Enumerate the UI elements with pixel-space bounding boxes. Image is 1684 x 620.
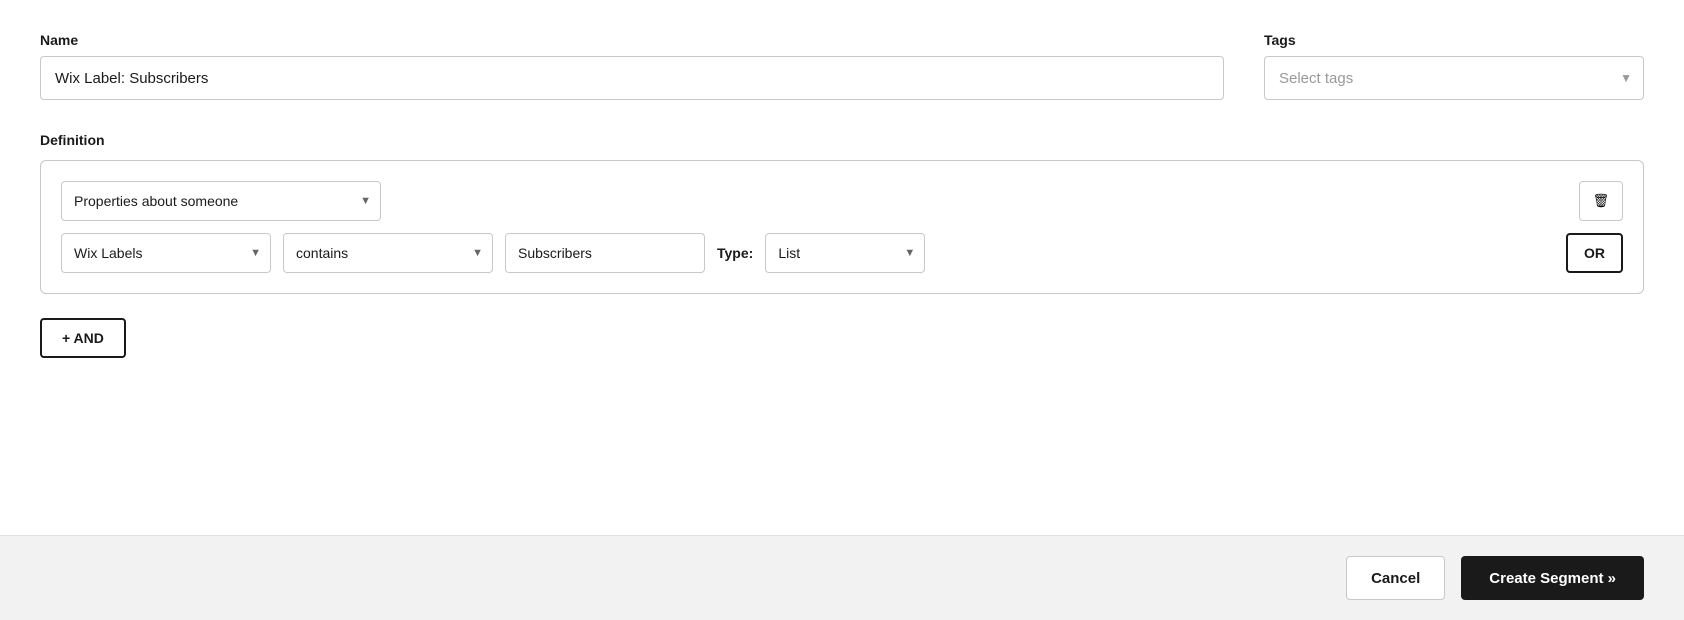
properties-select[interactable]: Properties about someone Activities some…	[61, 181, 381, 221]
cancel-button[interactable]: Cancel	[1346, 556, 1445, 600]
tags-select-wrapper: Select tags ▼	[1264, 56, 1644, 100]
definition-box: Properties about someone Activities some…	[40, 160, 1644, 294]
value-input[interactable]	[505, 233, 705, 273]
definition-section: Definition Properties about someone Acti…	[40, 132, 1644, 294]
condition-row-2: Wix Labels Email First Name ▼ contains d…	[61, 233, 1623, 273]
type-select[interactable]: List Text Number	[765, 233, 925, 273]
field-select-wrapper: Wix Labels Email First Name ▼	[61, 233, 271, 273]
tags-select[interactable]: Select tags	[1264, 56, 1644, 100]
tags-label: Tags	[1264, 32, 1644, 48]
name-field-group: Name	[40, 32, 1224, 100]
field-select[interactable]: Wix Labels Email First Name	[61, 233, 271, 273]
tags-field-group: Tags Select tags ▼	[1264, 32, 1644, 100]
definition-label: Definition	[40, 132, 1644, 148]
create-segment-button[interactable]: Create Segment »	[1461, 556, 1644, 600]
condition-row-1: Properties about someone Activities some…	[61, 181, 1623, 221]
properties-select-wrapper: Properties about someone Activities some…	[61, 181, 381, 221]
operator-select-wrapper: contains does not contain equals ▼	[283, 233, 493, 273]
or-button[interactable]: OR	[1566, 233, 1623, 273]
footer: Cancel Create Segment »	[0, 535, 1684, 620]
operator-select[interactable]: contains does not contain equals	[283, 233, 493, 273]
name-input[interactable]	[40, 56, 1224, 100]
trash-icon: 🗑	[1593, 193, 1610, 209]
delete-button[interactable]: 🗑	[1579, 181, 1623, 221]
name-label: Name	[40, 32, 1224, 48]
and-button[interactable]: + AND	[40, 318, 126, 358]
type-select-wrapper: List Text Number ▼	[765, 233, 925, 273]
type-label: Type:	[717, 245, 753, 261]
